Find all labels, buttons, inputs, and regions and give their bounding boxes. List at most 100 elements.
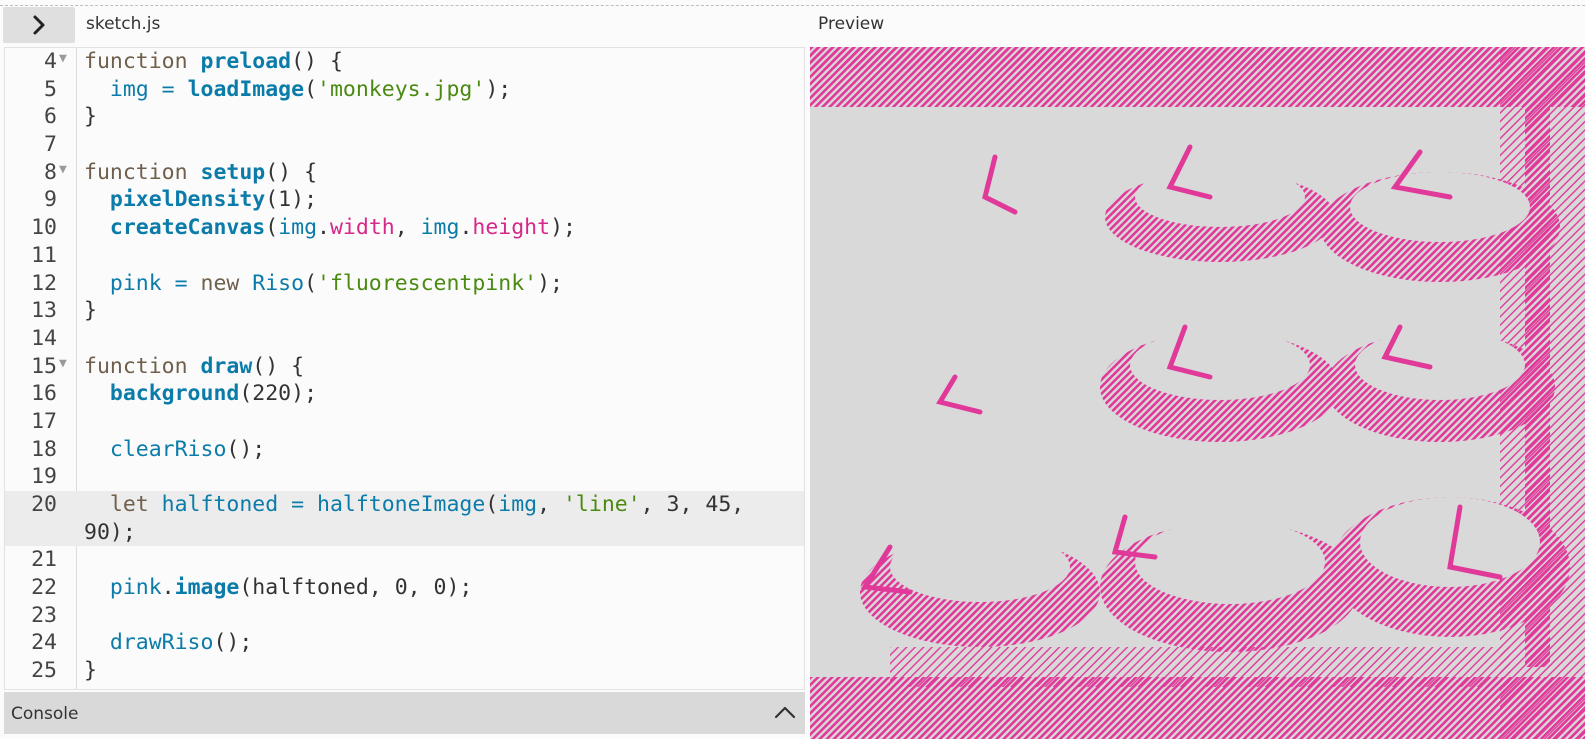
line-number: 18 bbox=[31, 436, 57, 462]
code-line[interactable]: 21 bbox=[5, 546, 804, 574]
code-text[interactable]: pink = new Riso('fluorescentpink'); bbox=[84, 270, 780, 298]
code-text[interactable]: let halftoned = halftoneImage(img, 'line… bbox=[84, 491, 780, 546]
code-line[interactable]: 4 ▼ function preload() { bbox=[5, 48, 804, 76]
code-token: 'line' bbox=[562, 492, 641, 517]
line-number: 17 bbox=[31, 408, 57, 434]
line-number: 20 bbox=[31, 492, 57, 517]
code-token: halftoned bbox=[161, 492, 279, 517]
code-token: (1); bbox=[265, 187, 318, 213]
line-number: 12 bbox=[31, 270, 57, 296]
code-token: halftoneImage bbox=[317, 492, 486, 517]
code-token: = bbox=[278, 492, 318, 517]
code-token: let bbox=[109, 492, 162, 517]
code-token: . bbox=[459, 215, 473, 241]
fold-triangle-icon[interactable]: ▼ bbox=[59, 353, 67, 375]
code-token: , bbox=[537, 492, 563, 517]
code-token: ); bbox=[550, 215, 576, 241]
code-line[interactable]: 17 bbox=[5, 408, 804, 436]
code-token: draw bbox=[200, 353, 253, 379]
code-token: } bbox=[84, 298, 97, 324]
code-line[interactable]: 10 createCanvas(img.width, img.height); bbox=[5, 214, 804, 242]
code-text[interactable]: drawRiso(); bbox=[84, 629, 780, 657]
code-token: ); bbox=[485, 76, 512, 102]
code-line[interactable]: 8 ▼ function setup() { bbox=[5, 159, 804, 187]
fold-triangle-icon[interactable]: ▼ bbox=[59, 48, 67, 70]
code-token: = bbox=[148, 76, 188, 102]
code-line[interactable]: 14 bbox=[5, 325, 804, 353]
code-token: ( bbox=[485, 492, 499, 517]
code-token: = bbox=[161, 270, 201, 296]
code-token: , bbox=[394, 215, 421, 241]
code-line[interactable]: 22 pink.image(halftoned, 0, 0); bbox=[5, 574, 804, 602]
code-token: 'monkeys.jpg' bbox=[317, 76, 486, 102]
code-line[interactable]: 24 drawRiso(); bbox=[5, 629, 804, 657]
code-token: img bbox=[278, 215, 318, 241]
chevron-right-icon bbox=[33, 15, 45, 35]
code-text[interactable]: clearRiso(); bbox=[84, 436, 780, 464]
line-number: 5 bbox=[44, 76, 57, 102]
code-token: loadImage bbox=[187, 76, 305, 102]
code-line[interactable]: 23 bbox=[5, 602, 804, 630]
code-text[interactable]: } bbox=[84, 297, 780, 325]
code-token: img bbox=[498, 492, 538, 517]
code-text[interactable]: background(220); bbox=[84, 380, 780, 408]
line-number: 8 bbox=[44, 159, 57, 185]
chevron-up-icon[interactable] bbox=[773, 702, 797, 722]
code-text[interactable]: img = loadImage('monkeys.jpg'); bbox=[84, 76, 780, 104]
halftone-image bbox=[810, 47, 1585, 739]
code-line[interactable]: 7 bbox=[5, 131, 804, 159]
code-line[interactable]: 25} bbox=[5, 657, 804, 685]
console-bar[interactable]: Console bbox=[4, 692, 805, 734]
code-token: () { bbox=[265, 159, 318, 185]
code-token: () { bbox=[291, 49, 343, 74]
code-text[interactable]: createCanvas(img.width, img.height); bbox=[84, 214, 780, 242]
code-token: ( bbox=[304, 76, 318, 102]
code-line[interactable]: 9 pixelDensity(1); bbox=[5, 186, 804, 214]
line-number: 9 bbox=[44, 187, 57, 213]
code-token: (halftoned, 0, 0); bbox=[239, 575, 473, 601]
code-token: pink bbox=[109, 575, 162, 601]
code-line[interactable]: 5 img = loadImage('monkeys.jpg'); bbox=[5, 76, 804, 104]
code-line[interactable]: 6} bbox=[5, 103, 804, 131]
code-token: new bbox=[200, 270, 253, 296]
code-line[interactable]: 18 clearRiso(); bbox=[5, 436, 804, 464]
code-line[interactable]: 20 let halftoned = halftoneImage(img, 'l… bbox=[5, 491, 804, 547]
code-text[interactable]: } bbox=[84, 657, 780, 685]
code-text[interactable]: function preload() { bbox=[84, 48, 780, 76]
sidebar-toggle-button[interactable] bbox=[3, 7, 75, 43]
line-number: 11 bbox=[31, 242, 57, 268]
sketch-preview-canvas[interactable] bbox=[810, 47, 1585, 739]
code-token: } bbox=[84, 104, 97, 130]
code-token: image bbox=[174, 575, 240, 601]
editor-file-tab[interactable]: sketch.js bbox=[86, 14, 160, 34]
code-token: ); bbox=[537, 270, 563, 296]
code-token: pink bbox=[109, 270, 162, 296]
code-token: background bbox=[109, 381, 240, 407]
code-token: preload bbox=[200, 49, 292, 74]
code-line[interactable]: 12 pink = new Riso('fluorescentpink'); bbox=[5, 270, 804, 298]
code-editor[interactable]: 4 ▼ function preload() {5 img = loadImage(… bbox=[4, 47, 805, 690]
code-line[interactable]: 15 ▼ function draw() { bbox=[5, 353, 804, 381]
fold-triangle-icon[interactable]: ▼ bbox=[59, 159, 67, 181]
code-line[interactable]: 13} bbox=[5, 297, 804, 325]
line-number: 25 bbox=[31, 658, 57, 684]
code-line[interactable]: 19 bbox=[5, 463, 804, 491]
code-text[interactable]: pink.image(halftoned, 0, 0); bbox=[84, 574, 780, 602]
code-lines[interactable]: 4 ▼ function preload() {5 img = loadImage(… bbox=[5, 48, 804, 685]
code-text[interactable]: function setup() { bbox=[84, 159, 780, 187]
code-text[interactable]: pixelDensity(1); bbox=[84, 186, 780, 214]
code-line[interactable]: 16 background(220); bbox=[5, 380, 804, 408]
code-token: function bbox=[84, 353, 201, 379]
code-text[interactable]: } bbox=[84, 103, 780, 131]
line-number: 14 bbox=[31, 325, 57, 351]
code-line[interactable]: 11 bbox=[5, 242, 804, 270]
line-number: 4 bbox=[44, 49, 57, 74]
code-text[interactable]: function draw() { bbox=[84, 353, 780, 381]
